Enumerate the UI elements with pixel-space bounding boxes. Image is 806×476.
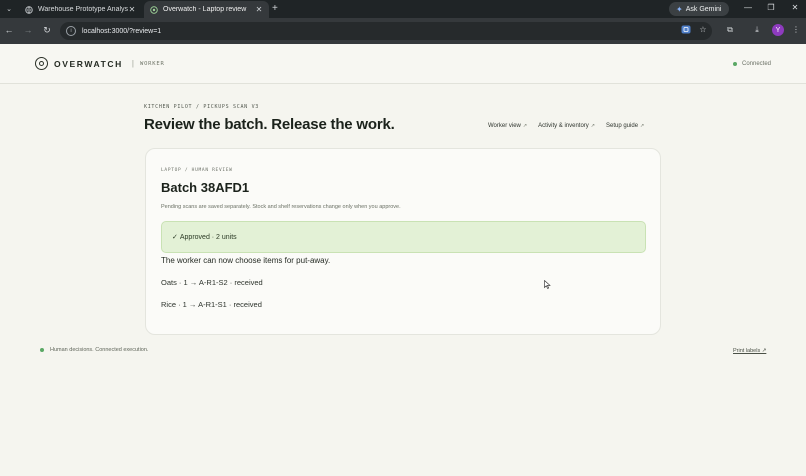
close-icon[interactable]: ✕ [255, 5, 263, 14]
batch-title: Batch 38AFD1 [161, 180, 250, 195]
check-icon: ✓ [172, 234, 178, 241]
screen-share-icon[interactable] [680, 25, 692, 36]
link-label: Worker view [488, 123, 521, 129]
close-window-icon[interactable]: ✕ [790, 3, 800, 12]
footer-status-text: Human decisions. Connected execution. [50, 347, 149, 353]
worker-view-link[interactable]: Worker view ↗ [488, 123, 527, 129]
url-text: localhost:3000/?review=1 [82, 27, 162, 35]
tab-overwatch-review[interactable]: Overwatch - Laptop review ✕ [144, 1, 269, 18]
plus-icon[interactable]: + [272, 3, 278, 14]
external-arrow-icon: ↗ [522, 123, 528, 129]
card-eyebrow: LAPTOP / HUMAN REVIEW [161, 168, 233, 173]
connection-status: Connected [733, 61, 771, 67]
reload-icon[interactable]: ↻ [41, 25, 53, 36]
brand-name: OVERWATCH [54, 58, 123, 69]
download-icon[interactable]: ⤓ [751, 25, 763, 35]
mouse-cursor-icon [544, 280, 551, 289]
approved-text: Approved · 2 units [179, 233, 237, 241]
setup-guide-link[interactable]: Setup guide ↗ [606, 123, 644, 129]
tab-warehouse-analysis[interactable]: Warehouse Prototype Analysis ✕ [19, 1, 142, 18]
ask-gemini-button[interactable]: ✦ Ask Gemini [669, 2, 729, 16]
app-header: OVERWATCH | WORKER Connected [0, 44, 806, 84]
restore-icon[interactable]: ❐ [766, 3, 776, 12]
forward-arrow-icon[interactable]: → [22, 25, 34, 35]
site-info-icon[interactable]: i [66, 26, 76, 36]
brand-separator: | [131, 59, 134, 68]
ask-gemini-label: Ask Gemini [685, 5, 722, 13]
close-icon[interactable]: ✕ [128, 5, 136, 14]
status-dot-icon [40, 348, 44, 352]
overwatch-logo-icon [35, 57, 48, 70]
status-dot-icon [733, 62, 737, 66]
page-eyebrow: KITCHEN PILOT / PICKUPS SCAN V3 [144, 104, 260, 110]
print-labels-link[interactable]: Print labels ↗ [733, 348, 766, 354]
tab-title: Warehouse Prototype Analysis [38, 6, 128, 13]
browser-tab-bar: ⌄ Warehouse Prototype Analysis ✕ Overwat… [0, 0, 806, 18]
back-arrow-icon[interactable]: ← [3, 25, 15, 35]
bookmark-star-icon[interactable]: ☆ [697, 25, 709, 34]
connection-status-text: Connected [742, 61, 772, 67]
external-arrow-icon: ↗ [640, 123, 645, 129]
minimize-icon[interactable]: — [743, 3, 753, 12]
tab-title: Overwatch - Laptop review [163, 6, 247, 13]
list-item: Rice · 1 → A-R1-S1 · received [161, 300, 262, 309]
approved-banner: ✓ Approved · 2 units [161, 221, 646, 253]
page-title: Review the batch. Release the work. [144, 116, 395, 133]
activity-inventory-link[interactable]: Activity & inventory ↗ [538, 123, 595, 129]
link-label: Setup guide [606, 123, 639, 129]
globe-icon [25, 5, 33, 14]
role-label: WORKER [139, 60, 165, 67]
list-item: Oats · 1 → A-R1-S2 · received [161, 278, 263, 287]
external-arrow-icon: ↗ [590, 123, 595, 129]
top-links: Worker view ↗ Activity & inventory ↗ Setup… [477, 123, 644, 129]
link-label: Activity & inventory [538, 123, 589, 129]
extensions-icon[interactable]: ⧉ [724, 25, 736, 35]
card-note: Pending scans are saved separately. Stoc… [161, 204, 401, 210]
worker-message: The worker can now choose items for put-… [161, 256, 331, 265]
address-bar[interactable]: i localhost:3000/?review=1 [60, 22, 712, 40]
brand[interactable]: OVERWATCH | WORKER [35, 57, 165, 70]
profile-avatar[interactable]: Y [772, 24, 784, 36]
review-card: LAPTOP / HUMAN REVIEW Batch 38AFD1 Pendi… [145, 148, 661, 335]
browser-toolbar: ← → ↻ i localhost:3000/?review=1 ☆ ⧉ ⤓ Y… [0, 18, 806, 44]
tab-search-icon[interactable]: ⌄ [4, 4, 14, 14]
more-menu-icon[interactable]: ⋮ [790, 25, 802, 34]
gemini-sparkle-icon: ✦ [676, 4, 683, 14]
footer-status: Human decisions. Connected execution. [40, 347, 148, 353]
overwatch-favicon-icon [150, 5, 158, 14]
